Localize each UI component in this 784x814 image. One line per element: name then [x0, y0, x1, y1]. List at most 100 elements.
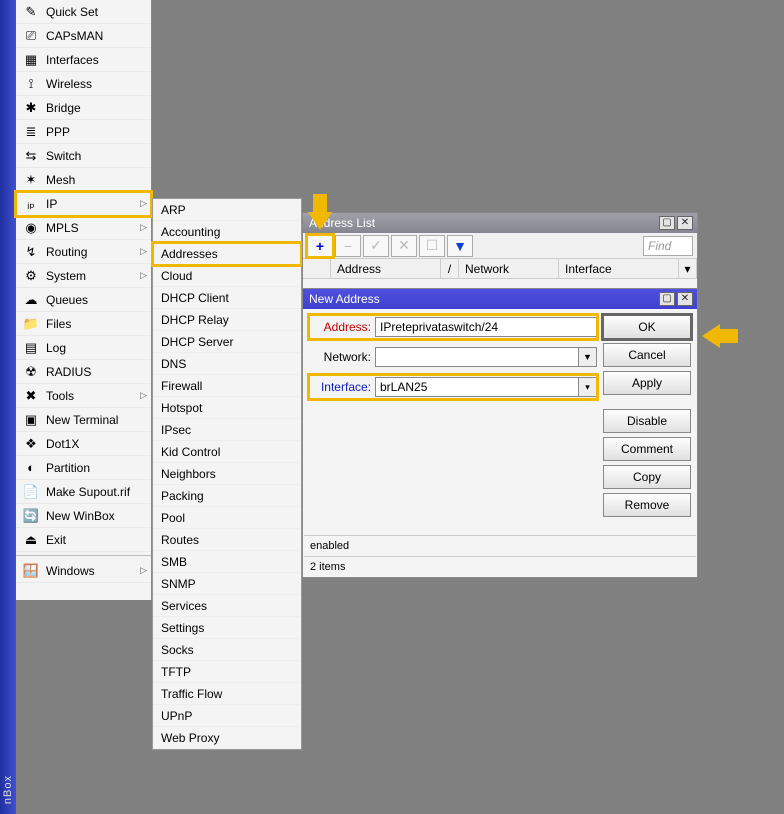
- sidebar-icon: ⚙: [22, 267, 40, 285]
- enable-button-icon[interactable]: ✓: [363, 235, 389, 257]
- submenu-item-accounting[interactable]: Accounting: [153, 221, 301, 243]
- new-address-dialog: New Address ▢ ✕ Address: IPreteprivatasw…: [302, 288, 698, 578]
- comment-icon[interactable]: ☐: [419, 235, 445, 257]
- add-button[interactable]: +: [307, 235, 333, 257]
- col-address[interactable]: Address: [331, 259, 441, 278]
- close-button[interactable]: ✕: [677, 292, 693, 306]
- sidebar-item-switch[interactable]: ⇆Switch: [16, 144, 151, 168]
- sidebar-item-tools[interactable]: ✖Tools▷: [16, 384, 151, 408]
- interface-label: Interface:: [309, 380, 375, 394]
- interface-dropdown-icon[interactable]: ▾: [579, 377, 597, 397]
- sidebar-icon: ⇆: [22, 147, 40, 165]
- copy-button[interactable]: Copy: [603, 465, 691, 489]
- sidebar-item-new-terminal[interactable]: ▣ New Terminal: [16, 408, 151, 432]
- sidebar-item-log[interactable]: ▤Log: [16, 336, 151, 360]
- sidebar-item-new-winbox[interactable]: 🔄New WinBox: [16, 504, 151, 528]
- submenu-item-addresses[interactable]: Addresses: [153, 243, 301, 265]
- sidebar-item-mpls[interactable]: ◉MPLS▷: [16, 216, 151, 240]
- network-input[interactable]: [375, 347, 579, 367]
- sidebar-item-ppp[interactable]: ≣PPP: [16, 120, 151, 144]
- sidebar-item-bridge[interactable]: ✱Bridge: [16, 96, 151, 120]
- sidebar-icon: 📁: [22, 315, 40, 333]
- submenu-item-smb[interactable]: SMB: [153, 551, 301, 573]
- sidebar-label: Dot1X: [46, 437, 147, 451]
- submenu-item-kid-control[interactable]: Kid Control: [153, 441, 301, 463]
- address-input[interactable]: IPreteprivataswitch/24: [375, 317, 597, 337]
- remove-button-icon[interactable]: −: [335, 235, 361, 257]
- disable-button-icon[interactable]: ✕: [391, 235, 417, 257]
- ip-submenu: ARPAccountingAddressesCloudDHCP ClientDH…: [152, 198, 302, 750]
- submenu-item-tftp[interactable]: TFTP: [153, 661, 301, 683]
- sidebar-icon: ⎚: [22, 27, 40, 45]
- sidebar-item-routing[interactable]: ↯Routing▷: [16, 240, 151, 264]
- submenu-item-packing[interactable]: Packing: [153, 485, 301, 507]
- submenu-item-traffic-flow[interactable]: Traffic Flow: [153, 683, 301, 705]
- sidebar-icon: ▣: [22, 411, 40, 429]
- submenu-item-settings[interactable]: Settings: [153, 617, 301, 639]
- submenu-item-routes[interactable]: Routes: [153, 529, 301, 551]
- sidebar-icon: ◐: [22, 459, 40, 477]
- submenu-item-snmp[interactable]: SNMP: [153, 573, 301, 595]
- sidebar-item-mesh[interactable]: ✶Mesh: [16, 168, 151, 192]
- interface-input[interactable]: brLAN25: [375, 377, 579, 397]
- remove-button[interactable]: Remove: [603, 493, 691, 517]
- find-input[interactable]: Find: [643, 236, 693, 256]
- cancel-button[interactable]: Cancel: [603, 343, 691, 367]
- sidebar-item-make-supout-rif[interactable]: 📄Make Supout.rif: [16, 480, 151, 504]
- col-menu-icon[interactable]: ▾: [679, 259, 697, 278]
- sidebar-item-partition[interactable]: ◐Partition: [16, 456, 151, 480]
- col-interface[interactable]: Interface: [559, 259, 679, 278]
- submenu-item-web-proxy[interactable]: Web Proxy: [153, 727, 301, 749]
- sidebar-label: New Terminal: [46, 413, 147, 427]
- sidebar-item-windows[interactable]: 🪟Windows▷: [16, 559, 151, 583]
- titlebar[interactable]: New Address ▢ ✕: [303, 289, 697, 309]
- submenu-item-neighbors[interactable]: Neighbors: [153, 463, 301, 485]
- annotation-arrow-add: [308, 212, 332, 230]
- minimize-button[interactable]: ▢: [659, 216, 675, 230]
- submenu-item-arp[interactable]: ARP: [153, 199, 301, 221]
- sidebar-icon: ✖: [22, 387, 40, 405]
- sidebar-label: Log: [46, 341, 147, 355]
- col-network[interactable]: Network: [459, 259, 559, 278]
- submenu-item-services[interactable]: Services: [153, 595, 301, 617]
- disable-button[interactable]: Disable: [603, 409, 691, 433]
- sidebar-item-quick-set[interactable]: ✎Quick Set: [16, 0, 151, 24]
- sidebar-item-queues[interactable]: ☁Queues: [16, 288, 151, 312]
- sidebar-label: Files: [46, 317, 147, 331]
- apply-button[interactable]: Apply: [603, 371, 691, 395]
- network-dropdown-icon[interactable]: ▼: [579, 347, 597, 367]
- sidebar-icon: ↯: [22, 243, 40, 261]
- sidebar-item-dot1x[interactable]: ❖Dot1X: [16, 432, 151, 456]
- sidebar-icon: ᵢₚ: [22, 195, 40, 213]
- comment-button[interactable]: Comment: [603, 437, 691, 461]
- sidebar-item-capsman[interactable]: ⎚CAPsMAN: [16, 24, 151, 48]
- sidebar-item-radius[interactable]: ☢RADIUS: [16, 360, 151, 384]
- sidebar-item-interfaces[interactable]: ▦Interfaces: [16, 48, 151, 72]
- sidebar-item-files[interactable]: 📁 Files: [16, 312, 151, 336]
- submenu-item-dhcp-relay[interactable]: DHCP Relay: [153, 309, 301, 331]
- submenu-item-ipsec[interactable]: IPsec: [153, 419, 301, 441]
- annotation-arrow-ok: [702, 324, 720, 348]
- sidebar-icon: ☢: [22, 363, 40, 381]
- sidebar-item-exit[interactable]: ⏏Exit: [16, 528, 151, 552]
- sidebar-item-ip[interactable]: ᵢₚIP▷: [16, 192, 151, 216]
- sidebar-item-system[interactable]: ⚙System▷: [16, 264, 151, 288]
- submenu-item-firewall[interactable]: Firewall: [153, 375, 301, 397]
- close-button[interactable]: ✕: [677, 216, 693, 230]
- column-header: Address / Network Interface ▾: [303, 259, 697, 279]
- sidebar-item-wireless[interactable]: ⟟Wireless: [16, 72, 151, 96]
- filter-icon[interactable]: ▼: [447, 235, 473, 257]
- brand-bar: nBox: [0, 0, 16, 814]
- ok-button[interactable]: OK: [603, 315, 691, 339]
- sidebar-label: Bridge: [46, 101, 147, 115]
- submenu-item-dhcp-client[interactable]: DHCP Client: [153, 287, 301, 309]
- submenu-item-dhcp-server[interactable]: DHCP Server: [153, 331, 301, 353]
- minimize-button[interactable]: ▢: [659, 292, 675, 306]
- submenu-item-pool[interactable]: Pool: [153, 507, 301, 529]
- titlebar[interactable]: Address List ▢ ✕: [303, 213, 697, 233]
- submenu-item-hotspot[interactable]: Hotspot: [153, 397, 301, 419]
- submenu-item-dns[interactable]: DNS: [153, 353, 301, 375]
- submenu-item-socks[interactable]: Socks: [153, 639, 301, 661]
- submenu-item-cloud[interactable]: Cloud: [153, 265, 301, 287]
- submenu-item-upnp[interactable]: UPnP: [153, 705, 301, 727]
